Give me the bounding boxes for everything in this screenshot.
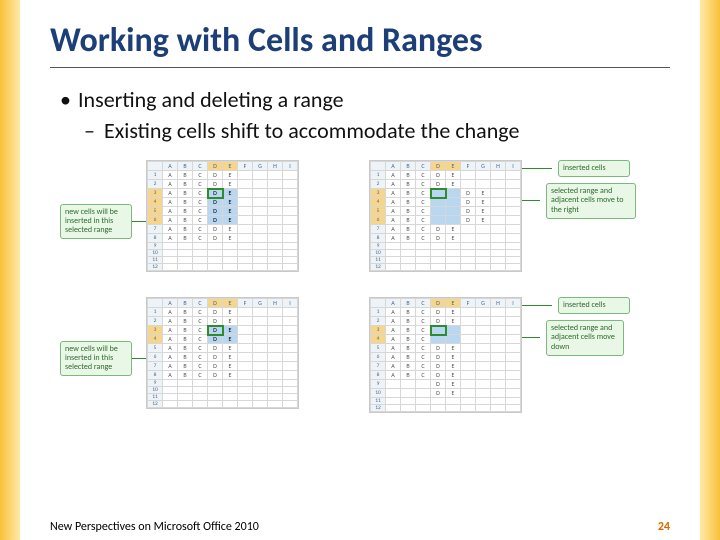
bullet-level1: Inserting and deleting a range: [60, 86, 670, 113]
callout-bl: new cells will be inserted in this selec…: [60, 341, 132, 377]
callout-tl: new cells will be inserted in this selec…: [60, 204, 132, 240]
slide-title: Working with Cells and Ranges: [50, 20, 670, 68]
connector-line: [132, 221, 146, 222]
page-number: 24: [658, 520, 670, 534]
callout-tr2: selected range and adjacent cells move t…: [546, 183, 636, 219]
panel-bottom-right: ABCDEFGHI 1ABCDE 2ABCDE 3ABC 4ABC 5ABCDE…: [369, 297, 660, 420]
panel-top-left: new cells will be inserted in this selec…: [60, 160, 351, 283]
panel-top-right: ABCDEFGHI 1ABCDE 2ABCDE 3ABCDE 4ABCDE 5A…: [369, 160, 660, 283]
sheet-br: ABCDEFGHI 1ABCDE 2ABCDE 3ABC 4ABC 5ABCDE…: [369, 297, 522, 413]
callout-br2: selected range and adjacent cells move d…: [546, 320, 624, 356]
sheet-tr: ABCDEFGHI 1ABCDE 2ABCDE 3ABCDE 4ABCDE 5A…: [369, 160, 522, 272]
connector-line: [522, 200, 540, 201]
callout-tr1: inserted cells: [558, 160, 630, 177]
bullet-level2: Existing cells shift to accommodate the …: [84, 117, 670, 144]
connector-line: [522, 337, 540, 338]
sheet-tl: ABCDEFGHI 1ABCDE 2ABCDE 3ABCDE 4ABCDE 5A…: [146, 160, 299, 272]
panel-bottom-left: new cells will be inserted in this selec…: [60, 297, 351, 420]
bullet-list: Inserting and deleting a range Existing …: [50, 86, 670, 144]
callout-br1: inserted cells: [558, 297, 630, 314]
illustration-grid: new cells will be inserted in this selec…: [60, 160, 660, 420]
right-accent-bar: [700, 0, 720, 540]
footer: New Perspectives on Microsoft Office 201…: [50, 520, 670, 534]
footer-text: New Perspectives on Microsoft Office 201…: [50, 520, 259, 534]
connector-line: [522, 305, 552, 306]
connector-line: [132, 358, 146, 359]
left-accent-bar: [0, 0, 20, 540]
sheet-bl: ABCDEFGHI 1ABCDE 2ABCDE 3ABCDE 4ABCDE 5A…: [146, 297, 299, 409]
connector-line: [522, 168, 552, 169]
slide-body: Working with Cells and Ranges Inserting …: [20, 0, 700, 540]
